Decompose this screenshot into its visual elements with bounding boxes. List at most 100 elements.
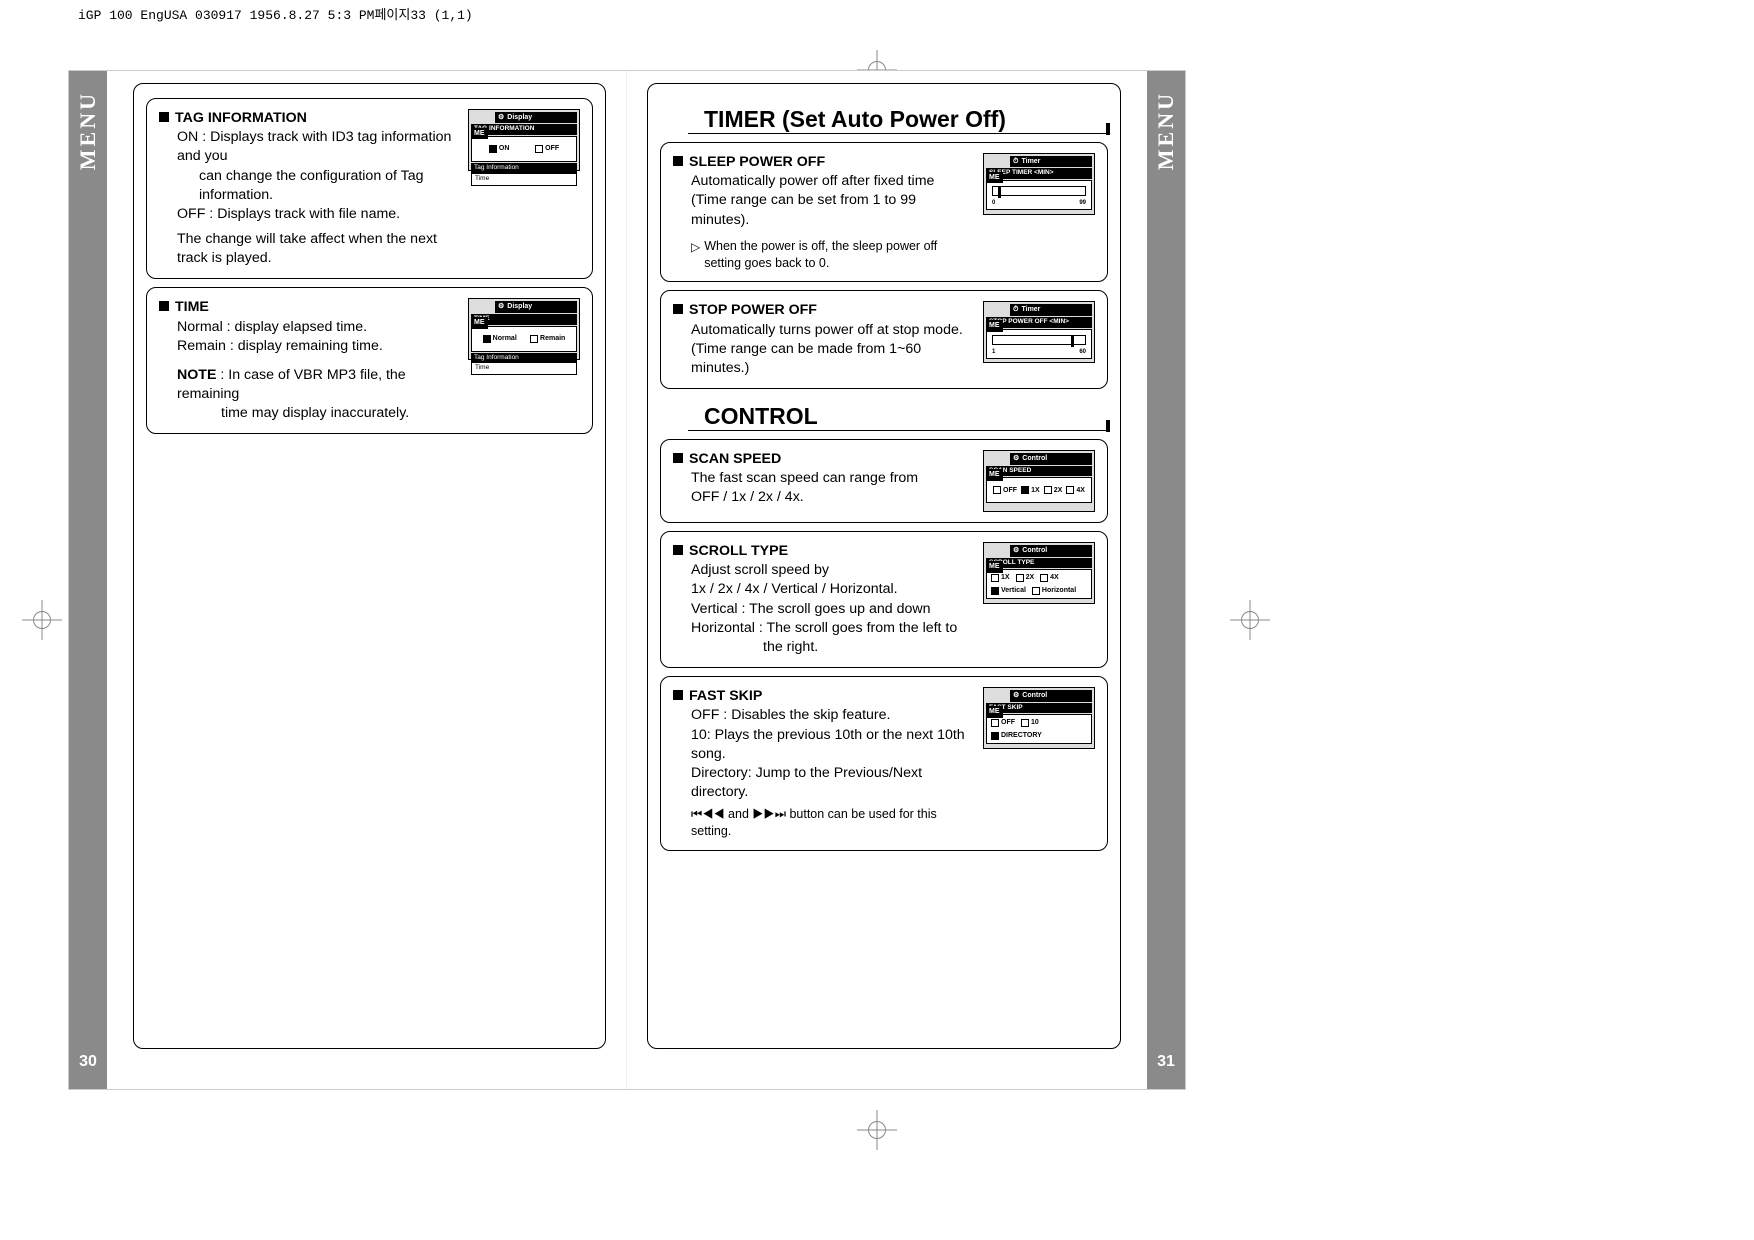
opt-vertical: Vertical: [991, 586, 1026, 595]
box-scan-speed: SCAN SPEED The fast scan speed can range…: [660, 439, 1108, 523]
note-label: NOTE: [177, 367, 216, 383]
lcd-stop: ⏱Timer STOP POWER OFF <MIN> ME 160: [983, 301, 1095, 363]
left-tab-label: MENU: [75, 91, 101, 170]
bullet-icon: [673, 156, 683, 166]
lcd-hdr: Control: [1022, 691, 1047, 700]
line: (Time range can be made from 1~60 minute…: [673, 340, 973, 378]
box-scroll-type: SCROLL TYPE Adjust scroll speed by 1x / …: [660, 531, 1108, 668]
note-text2: time may display inaccurately.: [159, 404, 458, 423]
line: OFF : Displays track with file name.: [159, 205, 458, 224]
right-tab-label: MENU: [1153, 91, 1179, 170]
text: and: [728, 807, 749, 821]
bullet-icon: [673, 690, 683, 700]
title-tag-info: TAG INFORMATION: [175, 110, 307, 126]
lcd-me: ME: [986, 561, 1003, 572]
opt-4x: 4X: [1040, 573, 1059, 582]
left-side-tab: MENU: [69, 71, 107, 1089]
lcd-me: ME: [986, 320, 1003, 331]
title-stop: STOP POWER OFF: [689, 302, 817, 318]
line: Horizontal : The scroll goes from the le…: [673, 619, 973, 638]
note-arrow-icon: ▷: [691, 238, 700, 272]
lcd-foot2: Time: [471, 363, 577, 375]
lcd-me: ME: [986, 706, 1003, 717]
lcd-foot1: Tag Information: [471, 353, 577, 364]
lcd-me: ME: [986, 469, 1003, 480]
lcd-scroll: ⚙Control SCROLL TYPE ME 1X 2X 4X Vertica…: [983, 542, 1095, 604]
title-scan: SCAN SPEED: [689, 451, 781, 467]
line: Automatically power off after fixed time: [673, 172, 973, 191]
bullet-icon: [159, 301, 169, 311]
lcd-fastskip: ⚙Control FAST SKIP ME OFF 10 DIRECTORY: [983, 687, 1095, 749]
line: Normal : display elapsed time.: [159, 318, 458, 337]
bullet-icon: [673, 453, 683, 463]
lcd-time: ⚙Display TIME ME Normal Remain Tag Infor…: [468, 298, 580, 360]
opt-off: OFF: [535, 144, 559, 153]
slider-knob: [1071, 335, 1074, 347]
line: The fast scan speed can range from: [673, 469, 973, 488]
lcd-hdr: Display: [507, 302, 532, 311]
title-fastskip: FAST SKIP: [689, 688, 762, 704]
opt-off: OFF: [991, 718, 1015, 727]
right-content-frame: TIMER (Set Auto Power Off) SLEEP POWER O…: [647, 83, 1121, 1049]
line: 1x / 2x / 4x / Vertical / Horizontal.: [673, 580, 973, 599]
section-timer: TIMER (Set Auto Power Off): [688, 100, 1110, 134]
title-time: TIME: [175, 299, 209, 315]
crop-mark-right: [1230, 600, 1270, 640]
max: 99: [1079, 199, 1086, 207]
opt-remain: Remain: [530, 334, 565, 343]
line: Adjust scroll speed by: [673, 561, 973, 580]
title-scroll: SCROLL TYPE: [689, 543, 788, 559]
opt-on: ON: [489, 144, 510, 153]
lcd-foot2: Time: [471, 174, 577, 186]
line: can change the configuration of Tag info…: [159, 167, 458, 205]
box-tag-information: TAG INFORMATION ON : Displays track with…: [146, 98, 593, 279]
opt-1x: 1X: [991, 573, 1010, 582]
page-31: MENU 31 TIMER (Set Auto Power Off) SLEEP…: [627, 71, 1185, 1089]
box-time: TIME Normal : display elapsed time. Rema…: [146, 287, 593, 434]
title-sleep: SLEEP POWER OFF: [689, 154, 825, 170]
box-stop-power-off: STOP POWER OFF Automatically turns power…: [660, 290, 1108, 389]
lcd-sleep: ⏱Timer SLEEP TIMER <MIN> ME 099: [983, 153, 1095, 215]
lcd-hdr: Timer: [1021, 157, 1040, 166]
bullet-icon: [673, 545, 683, 555]
note-text: When the power is off, the sleep power o…: [704, 238, 973, 272]
line: Automatically turns power off at stop mo…: [673, 321, 973, 340]
line: OFF / 1x / 2x / 4x.: [673, 488, 973, 507]
left-content-frame: TAG INFORMATION ON : Displays track with…: [133, 83, 606, 1049]
opt-horizontal: Horizontal: [1032, 586, 1076, 595]
line: ON : Displays track with ID3 tag informa…: [159, 128, 458, 166]
line: OFF : Disables the skip feature.: [673, 706, 973, 725]
opt-normal: Normal: [483, 334, 517, 343]
line: Directory: Jump to the Previous/Next dir…: [673, 764, 973, 802]
box-fast-skip: FAST SKIP OFF : Disables the skip featur…: [660, 676, 1108, 851]
lcd-foot1: Tag Information: [471, 163, 577, 174]
opt-off: OFF: [993, 486, 1017, 495]
opt-2x: 2X: [1016, 573, 1035, 582]
rew-icon: ⏮◀◀: [691, 807, 725, 821]
right-side-tab: MENU: [1147, 71, 1185, 1089]
page-number-right: 31: [1147, 1053, 1185, 1071]
crop-mark-bottom: [857, 1110, 897, 1150]
opt-2x: 2X: [1044, 486, 1063, 495]
lcd-me: ME: [471, 317, 488, 328]
opt-directory: DIRECTORY: [991, 731, 1042, 740]
slider-knob: [998, 186, 1001, 198]
max: 60: [1079, 348, 1086, 356]
min: 0: [992, 199, 995, 207]
print-header: iGP 100 EngUSA 030917 1956.8.27 5:3 PM페이…: [78, 4, 473, 23]
bullet-icon: [673, 304, 683, 314]
lcd-me: ME: [986, 172, 1003, 183]
lcd-hdr: Control: [1022, 546, 1047, 555]
lcd-hdr: Control: [1022, 454, 1047, 463]
page-30: MENU 30 TAG INFORMATION ON : Displays tr…: [69, 71, 627, 1089]
opt-4x: 4X: [1066, 486, 1085, 495]
bullet-icon: [159, 112, 169, 122]
ffw-icon: ▶▶⏭: [752, 807, 786, 821]
crop-mark-left: [22, 600, 62, 640]
page-number-left: 30: [69, 1053, 107, 1071]
section-control: CONTROL: [688, 397, 1110, 431]
line: the right.: [673, 638, 973, 657]
line: The change will take affect when the nex…: [159, 230, 458, 268]
line: Remain : display remaining time.: [159, 337, 458, 356]
spread: MENU 30 TAG INFORMATION ON : Displays tr…: [68, 70, 1186, 1090]
